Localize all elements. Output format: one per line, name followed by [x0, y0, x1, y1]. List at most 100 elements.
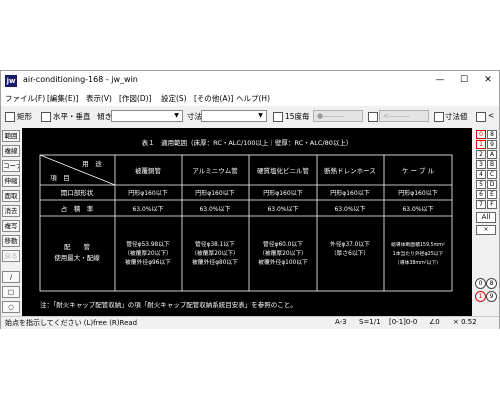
table-cell: 円形φ160以下	[195, 189, 234, 197]
close-button[interactable]: ✕	[477, 73, 499, 88]
rect-checkbox[interactable]	[5, 112, 15, 122]
layer-button-5[interactable]: 5	[476, 180, 486, 189]
layer-button-2[interactable]: 2	[476, 150, 486, 159]
tool-chamfer[interactable]: 面取	[2, 190, 20, 202]
maximize-button[interactable]: ☐	[453, 73, 475, 88]
table-cell: 外径φ37.0以下	[330, 240, 370, 248]
tool-move[interactable]: 移動	[2, 235, 20, 247]
menu-bar: ファイル(F) [編集(E)] 表示(V) [作図(D)] 設定(S) [その他…	[1, 91, 499, 106]
layer-button-a[interactable]: A	[487, 150, 497, 159]
tool-undo[interactable]: 戻る	[2, 250, 20, 262]
corner-bottom-label: 項 目	[50, 174, 70, 182]
table-cell: （被覆厚20以下）	[191, 249, 239, 257]
row-label: 占 積 率	[61, 204, 94, 213]
table-note: 注：「耐火キャップ配管収納」の項「耐火キャップ配管収納系統目安表」を参照のこと。	[40, 300, 297, 309]
layer-button-1[interactable]: 1	[476, 140, 486, 149]
layer-button-d[interactable]: D	[487, 180, 497, 189]
disabled-checkbox[interactable]	[368, 112, 378, 122]
app-window: jw air-conditioning-168 - jw_win — ☐ ✕ フ…	[0, 70, 500, 329]
hv-checkbox[interactable]	[41, 112, 51, 122]
layer-all-button[interactable]: All	[476, 212, 496, 223]
layer-button-9[interactable]: 9	[487, 140, 497, 149]
table-title: 表１ 適用範囲（床厚：RC・ALC/100以上｜壁厚：RC・ALC/80以上）	[142, 138, 353, 147]
dimval-label: 寸法値	[445, 112, 468, 121]
layer-button-c[interactable]: C	[487, 170, 497, 179]
layer-button-8[interactable]: 8	[487, 130, 497, 139]
dimval-checkbox[interactable]	[434, 112, 444, 122]
rect-label: 矩形	[17, 112, 32, 121]
tool-line[interactable]: /	[2, 271, 20, 283]
status-scale[interactable]: S=1/1	[359, 318, 381, 326]
layer-button-4[interactable]: 4	[476, 170, 486, 179]
table-cell: 管径φ60.0以下	[263, 240, 303, 248]
tool-circle[interactable]: ○	[2, 301, 20, 313]
layer-x-button[interactable]: ×	[476, 225, 496, 235]
menu-file[interactable]: ファイル(F)	[5, 93, 45, 104]
group-button-9[interactable]: 9	[486, 291, 497, 302]
table-cell: 円形φ160以下	[330, 189, 369, 197]
table-cell: 円形φ160以下	[263, 189, 302, 197]
table-cell: 被覆外径φ100以下	[258, 258, 308, 266]
deg15-label: 15度毎	[285, 112, 310, 121]
col-header: 断熱ドレンホース	[324, 166, 376, 175]
tool-erase[interactable]: 消去	[2, 205, 20, 217]
disabled-field-1: ●———	[313, 110, 363, 122]
layer-button-3[interactable]: 3	[476, 160, 486, 169]
status-angle[interactable]: ∠0	[429, 318, 440, 326]
table-cell: 63.0%以下	[334, 206, 365, 213]
tail-checkbox[interactable]	[476, 112, 486, 122]
status-paper[interactable]: A-3	[335, 318, 347, 326]
group-button-8[interactable]: 8	[486, 278, 497, 289]
table-cell: 総導体断面積159.5mm²	[391, 241, 445, 248]
status-zoom[interactable]: × 0.52	[453, 318, 477, 326]
menu-edit[interactable]: [編集(E)]	[47, 93, 78, 104]
minimize-button[interactable]: —	[429, 73, 451, 88]
menu-view[interactable]: 表示(V)	[86, 93, 112, 104]
layer-button-6[interactable]: 6	[476, 190, 486, 199]
table-cell: 被覆外径φ96以下	[125, 258, 171, 266]
tool-rectangle[interactable]: □	[2, 286, 20, 298]
menu-other[interactable]: [その他(A)]	[194, 93, 233, 104]
layer-button-7[interactable]: 7	[476, 200, 486, 209]
tool-copy[interactable]: 複写	[2, 220, 20, 232]
table-cell: 1本当たり外径φ25以下	[393, 250, 444, 257]
deg15-checkbox[interactable]	[273, 112, 283, 122]
hv-label: 水平・垂直	[53, 112, 91, 121]
menu-draw[interactable]: [作図(D)]	[119, 93, 151, 104]
status-layer[interactable]: [0-1]0-0	[389, 318, 417, 326]
menu-help[interactable]: ヘルプ(H)	[236, 93, 270, 104]
table-cell: （厚さ6以下）	[331, 250, 369, 257]
app-icon: jw	[5, 75, 17, 87]
group-button-0[interactable]: 0	[475, 278, 486, 289]
angle-combo[interactable]: ▼	[111, 110, 183, 122]
table-cell: 被覆外径φ80以下	[192, 258, 238, 266]
row-label: 開口部形状	[61, 188, 94, 197]
table-cell: 63.0%以下	[132, 206, 163, 213]
drawing-canvas[interactable]: 表１ 適用範囲（床厚：RC・ALC/100以上｜壁厚：RC・ALC/80以上） …	[22, 128, 472, 316]
layer-button-e[interactable]: E	[487, 190, 497, 199]
tool-corner[interactable]: コーナー	[2, 160, 20, 172]
chevron-down-icon: ▼	[174, 112, 179, 119]
table-cell: 円形φ160以下	[398, 189, 437, 197]
col-header: ケ ー ブ ル	[402, 166, 435, 175]
col-header: 硬質塩化ビニル管	[257, 166, 310, 175]
left-tool-palette: 範囲 複線 コーナー 伸縮 面取 消去 複写 移動 戻る / □ ○	[1, 128, 21, 316]
layer-button-0[interactable]: 0	[476, 130, 486, 139]
tool-range[interactable]: 範囲	[2, 130, 20, 142]
disabled-field-2: <———	[379, 110, 429, 122]
angle-label: 傾き	[97, 112, 112, 121]
tool-parallel[interactable]: 複線	[2, 145, 20, 157]
table-cell: （被覆厚20以下）	[124, 249, 172, 257]
row-label: 配 管	[64, 242, 91, 251]
row-label: 使用最大・配線	[54, 253, 100, 262]
col-header: 被覆銅管	[135, 166, 162, 175]
chevron-down-icon: ▼	[258, 112, 263, 119]
layer-button-b[interactable]: B	[487, 160, 497, 169]
group-button-1[interactable]: 1	[475, 291, 486, 302]
tool-stretch[interactable]: 伸縮	[2, 175, 20, 187]
drawing-svg: 表１ 適用範囲（床厚：RC・ALC/100以上｜壁厚：RC・ALC/80以上） …	[39, 138, 453, 309]
layer-button-f[interactable]: F	[487, 200, 497, 209]
dim-combo[interactable]: ▼	[201, 110, 267, 122]
menu-settings[interactable]: 設定(S)	[161, 93, 187, 104]
table-cell: 管径φ38.1以下	[195, 240, 235, 248]
